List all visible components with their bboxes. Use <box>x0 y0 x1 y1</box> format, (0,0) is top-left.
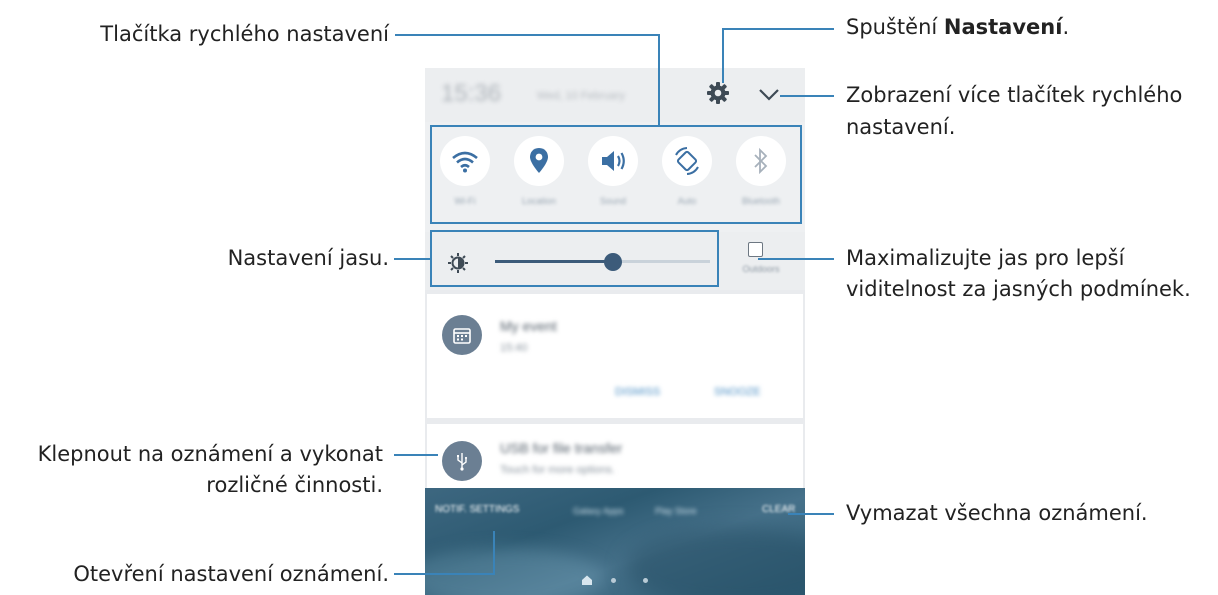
dismiss-button[interactable]: DISMISS <box>615 386 660 398</box>
brightness-highlight <box>430 230 719 287</box>
page-dot <box>611 578 616 583</box>
label-text: Spuštění <box>846 15 944 39</box>
event-title: My event <box>500 318 557 334</box>
usb-notification-card[interactable]: USB for file transfer Touch for more opt… <box>427 424 803 496</box>
event-time: 15:40 <box>500 342 528 354</box>
quick-settings-highlight <box>430 125 802 224</box>
usb-title: USB for file transfer <box>500 440 623 456</box>
chevron-down-icon[interactable] <box>755 82 783 106</box>
usb-icon <box>442 441 482 481</box>
label-clear-all: Vymazat všechna oznámení. <box>846 501 1148 525</box>
callout-line <box>394 454 438 456</box>
callout-line <box>493 531 495 575</box>
home-app-label: Play Store <box>655 506 697 516</box>
home-page-indicator-icon <box>582 575 592 585</box>
status-time: 15:36 <box>441 80 502 107</box>
label-more-buttons-2: nastavení. <box>846 115 956 139</box>
label-text: . <box>1062 15 1070 39</box>
outdoor-label: Outdoors <box>742 264 780 274</box>
calendar-icon <box>442 315 482 355</box>
callout-line <box>395 34 660 36</box>
label-notification-tap-2: rozličné činnosti. <box>206 473 383 497</box>
page-dot <box>643 578 648 583</box>
snooze-button[interactable]: SNOOZE <box>714 386 760 398</box>
label-notification-tap-1: Klepnout na oznámení a vykonat <box>37 442 383 466</box>
callout-line <box>758 258 834 260</box>
status-bar: 15:36 Wed, 10 February <box>425 68 805 122</box>
notification-settings-button[interactable]: NOTIF. SETTINGS <box>435 504 519 515</box>
label-outdoor-1: Maximalizujte jas pro lepší <box>846 246 1125 270</box>
callout-line <box>394 258 431 260</box>
label-more-buttons-1: Zobrazení více tlačítek rychlého <box>846 83 1183 107</box>
callout-line <box>394 573 495 575</box>
status-date: Wed, 10 February <box>537 90 625 102</box>
callout-line <box>788 513 834 515</box>
label-launch-settings: Spuštění Nastavení. <box>846 12 1069 42</box>
gear-icon[interactable] <box>703 78 733 108</box>
usb-subtitle: Touch for more options. <box>500 464 615 476</box>
label-outdoor-2: viditelnost za jasných podmínek. <box>846 277 1191 301</box>
home-screen-background: NOTIF. SETTINGS Galaxy Apps Play Store C… <box>425 488 805 595</box>
callout-line <box>658 34 660 126</box>
callout-line <box>780 95 834 97</box>
event-notification-card[interactable]: My event 15:40 DISMISS SNOOZE <box>427 294 803 418</box>
label-bold-text: Nastavení <box>943 15 1063 39</box>
callout-line <box>722 28 834 30</box>
label-quick-settings-buttons: Tlačítka rychlého nastavení <box>100 22 389 46</box>
label-notification-settings: Otevření nastavení oznámení. <box>73 562 389 586</box>
callout-line <box>722 28 724 83</box>
home-app-label: Galaxy Apps <box>573 506 624 516</box>
label-brightness: Nastavení jasu. <box>227 246 389 270</box>
outdoor-checkbox[interactable] <box>748 242 763 257</box>
